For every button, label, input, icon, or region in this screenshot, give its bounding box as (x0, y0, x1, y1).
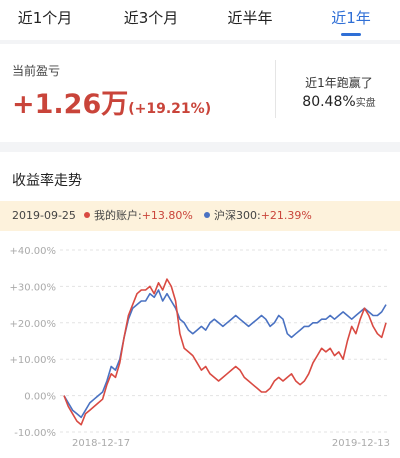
y-tick-label: -10.00% (14, 428, 56, 439)
return-trend-chart[interactable]: -10.00% 0.00% +10.00% +20.00% +30.00% +40.00%… (0, 238, 400, 458)
account-dot-icon (84, 212, 90, 218)
x-tick-label: 2018-12-17 (72, 438, 130, 449)
legend-account-name: 我的账户: (94, 209, 142, 222)
x-tick-label: 2019-12-13 (332, 438, 390, 449)
account-return-line (63, 278, 387, 426)
tab-3-months[interactable]: 近3个月 (116, 0, 186, 40)
chart-title: 收益率走势 (12, 173, 82, 189)
profit-loss-label: 当前盈亏 (12, 64, 61, 78)
profit-loss-value: +1.26万(+19.21%) (12, 82, 211, 121)
outperform-value: 80.48%实盘 (285, 94, 393, 110)
tab-label: 近1年 (331, 9, 371, 27)
tooltip-date: 2019-09-25 (12, 209, 76, 222)
legend-index: 沪深300:+21.39% (204, 201, 312, 231)
tab-1-year[interactable]: 近1年 (326, 0, 376, 40)
y-tick-label: +20.00% (9, 319, 56, 330)
section-divider (0, 142, 400, 152)
tab-label: 近3个月 (123, 9, 179, 27)
outperform-percent: 80.48% (302, 94, 356, 110)
legend-account-value: +13.80% (141, 209, 193, 222)
tab-label: 近1个月 (17, 9, 73, 27)
profit-loss-amount: +1.26万 (12, 89, 129, 120)
tab-half-year[interactable]: 近半年 (220, 0, 280, 40)
y-tick-label: +30.00% (9, 282, 56, 293)
profit-loss-percent: (+19.21%) (128, 101, 212, 117)
legend-index-name: 沪深300: (214, 209, 261, 222)
profit-summary: 当前盈亏 +1.26万(+19.21%) 近1年跑赢了 80.48%实盘 (0, 44, 400, 142)
index-dot-icon (204, 212, 210, 218)
y-tick-label: 0.00% (24, 392, 56, 403)
vertical-divider (275, 60, 276, 118)
period-tabs: 近1个月 近3个月 近半年 近1年 (0, 0, 400, 40)
real-account-tag: 实盘 (355, 98, 376, 109)
tab-label: 近半年 (227, 9, 273, 27)
outperform-label: 近1年跑赢了 (305, 76, 373, 90)
chart-tooltip-bar: 2019-09-25 我的账户:+13.80% 沪深300:+21.39% (0, 201, 400, 231)
tab-1-month[interactable]: 近1个月 (14, 0, 76, 40)
y-tick-label: +10.00% (9, 355, 56, 366)
legend-account: 我的账户:+13.80% (84, 201, 193, 231)
active-tab-indicator (341, 33, 361, 36)
y-tick-label: +40.00% (9, 246, 56, 257)
legend-index-value: +21.39% (260, 209, 312, 222)
